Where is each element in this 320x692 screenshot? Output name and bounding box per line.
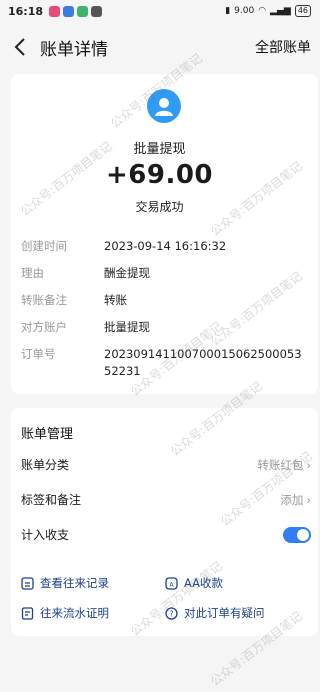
view-history-link[interactable]: 查看往来记录	[21, 575, 109, 591]
status-bar: 16:18 ▮ 9.00 ◠ ▂▄▆ 46	[0, 0, 319, 22]
svg-text:A: A	[169, 581, 174, 588]
aa-collect-link[interactable]: A AA收款	[165, 575, 223, 591]
clock: 16:18	[8, 4, 44, 18]
aa-collect-label: AA收款	[184, 576, 224, 590]
detail-value: 转账	[104, 293, 127, 307]
question-icon: ?	[165, 606, 178, 620]
order-question-link[interactable]: ? 对此订单有疑问	[165, 605, 265, 621]
category-label: 账单分类	[21, 458, 70, 472]
transaction-status: 交易成功	[135, 200, 184, 214]
aa-icon: A	[165, 576, 178, 590]
detail-label: 创建时间	[21, 239, 67, 253]
chevron-right-icon: ›	[306, 492, 311, 507]
document-icon	[21, 606, 34, 620]
notification-icons	[49, 5, 103, 17]
detail-label: 理由	[21, 266, 44, 280]
category-value: 转账红包	[257, 457, 304, 472]
chevron-right-icon: ›	[306, 457, 311, 472]
back-icon[interactable]	[8, 35, 32, 59]
count-toggle[interactable]	[283, 526, 311, 543]
page-title: 账单详情	[40, 39, 108, 60]
count-row: 计入收支	[21, 526, 311, 543]
app-icon	[49, 5, 61, 17]
signal-icon: ▮	[225, 6, 231, 16]
tags-value: 添加	[280, 492, 304, 507]
category-row[interactable]: 账单分类 转账红包 ›	[21, 456, 311, 473]
detail-row-remark: 转账备注 转账	[21, 292, 304, 309]
detail-label: 对方账户	[21, 320, 67, 334]
bill-management-card	[11, 408, 318, 636]
history-icon	[21, 576, 34, 590]
detail-label: 订单号	[21, 347, 56, 361]
detail-row-created: 创建时间 2023-09-14 16:16:32	[21, 238, 304, 255]
detail-row-reason: 理由 酬金提现	[21, 265, 304, 282]
view-history-label: 查看往来记录	[40, 576, 109, 590]
order-number-value[interactable]: 20230914110070001506250005352231	[104, 346, 304, 380]
cell-signal-icon: ▂▄▆	[270, 6, 291, 16]
network-speed: 9.00	[234, 6, 255, 16]
status-indicators: ▮ 9.00 ◠ ▂▄▆ 46	[225, 5, 311, 17]
app-icon	[63, 5, 75, 17]
transaction-title: 批量提现	[133, 142, 186, 157]
detail-value: 批量提现	[104, 320, 150, 334]
section-title: 账单管理	[21, 427, 74, 442]
count-label: 计入收支	[21, 528, 70, 542]
tags-label: 标签和备注	[21, 493, 82, 507]
user-avatar-icon	[147, 89, 181, 123]
statement-proof-link[interactable]: 往来流水证明	[21, 605, 109, 621]
detail-value: 2023-09-14 16:16:32	[104, 239, 227, 253]
wifi-icon: ◠	[258, 6, 267, 16]
navigation-bar: 账单详情 全部账单	[0, 28, 319, 66]
app-icon	[77, 5, 89, 17]
detail-value: 酬金提现	[104, 266, 150, 280]
detail-row-counterparty: 对方账户 批量提现	[21, 319, 304, 336]
svg-text:?: ?	[169, 609, 173, 618]
all-bills-button[interactable]: 全部账单	[255, 37, 311, 57]
tags-row[interactable]: 标签和备注 添加 ›	[21, 491, 311, 508]
statement-proof-label: 往来流水证明	[40, 606, 109, 620]
detail-row-order-number: 订单号 20230914110070001506250005352231	[21, 346, 304, 380]
order-question-label: 对此订单有疑问	[184, 606, 265, 620]
detail-label: 转账备注	[21, 293, 67, 307]
transaction-amount: +69.00	[105, 160, 214, 190]
app-icon	[91, 5, 103, 17]
battery-icon: 46	[294, 5, 311, 17]
